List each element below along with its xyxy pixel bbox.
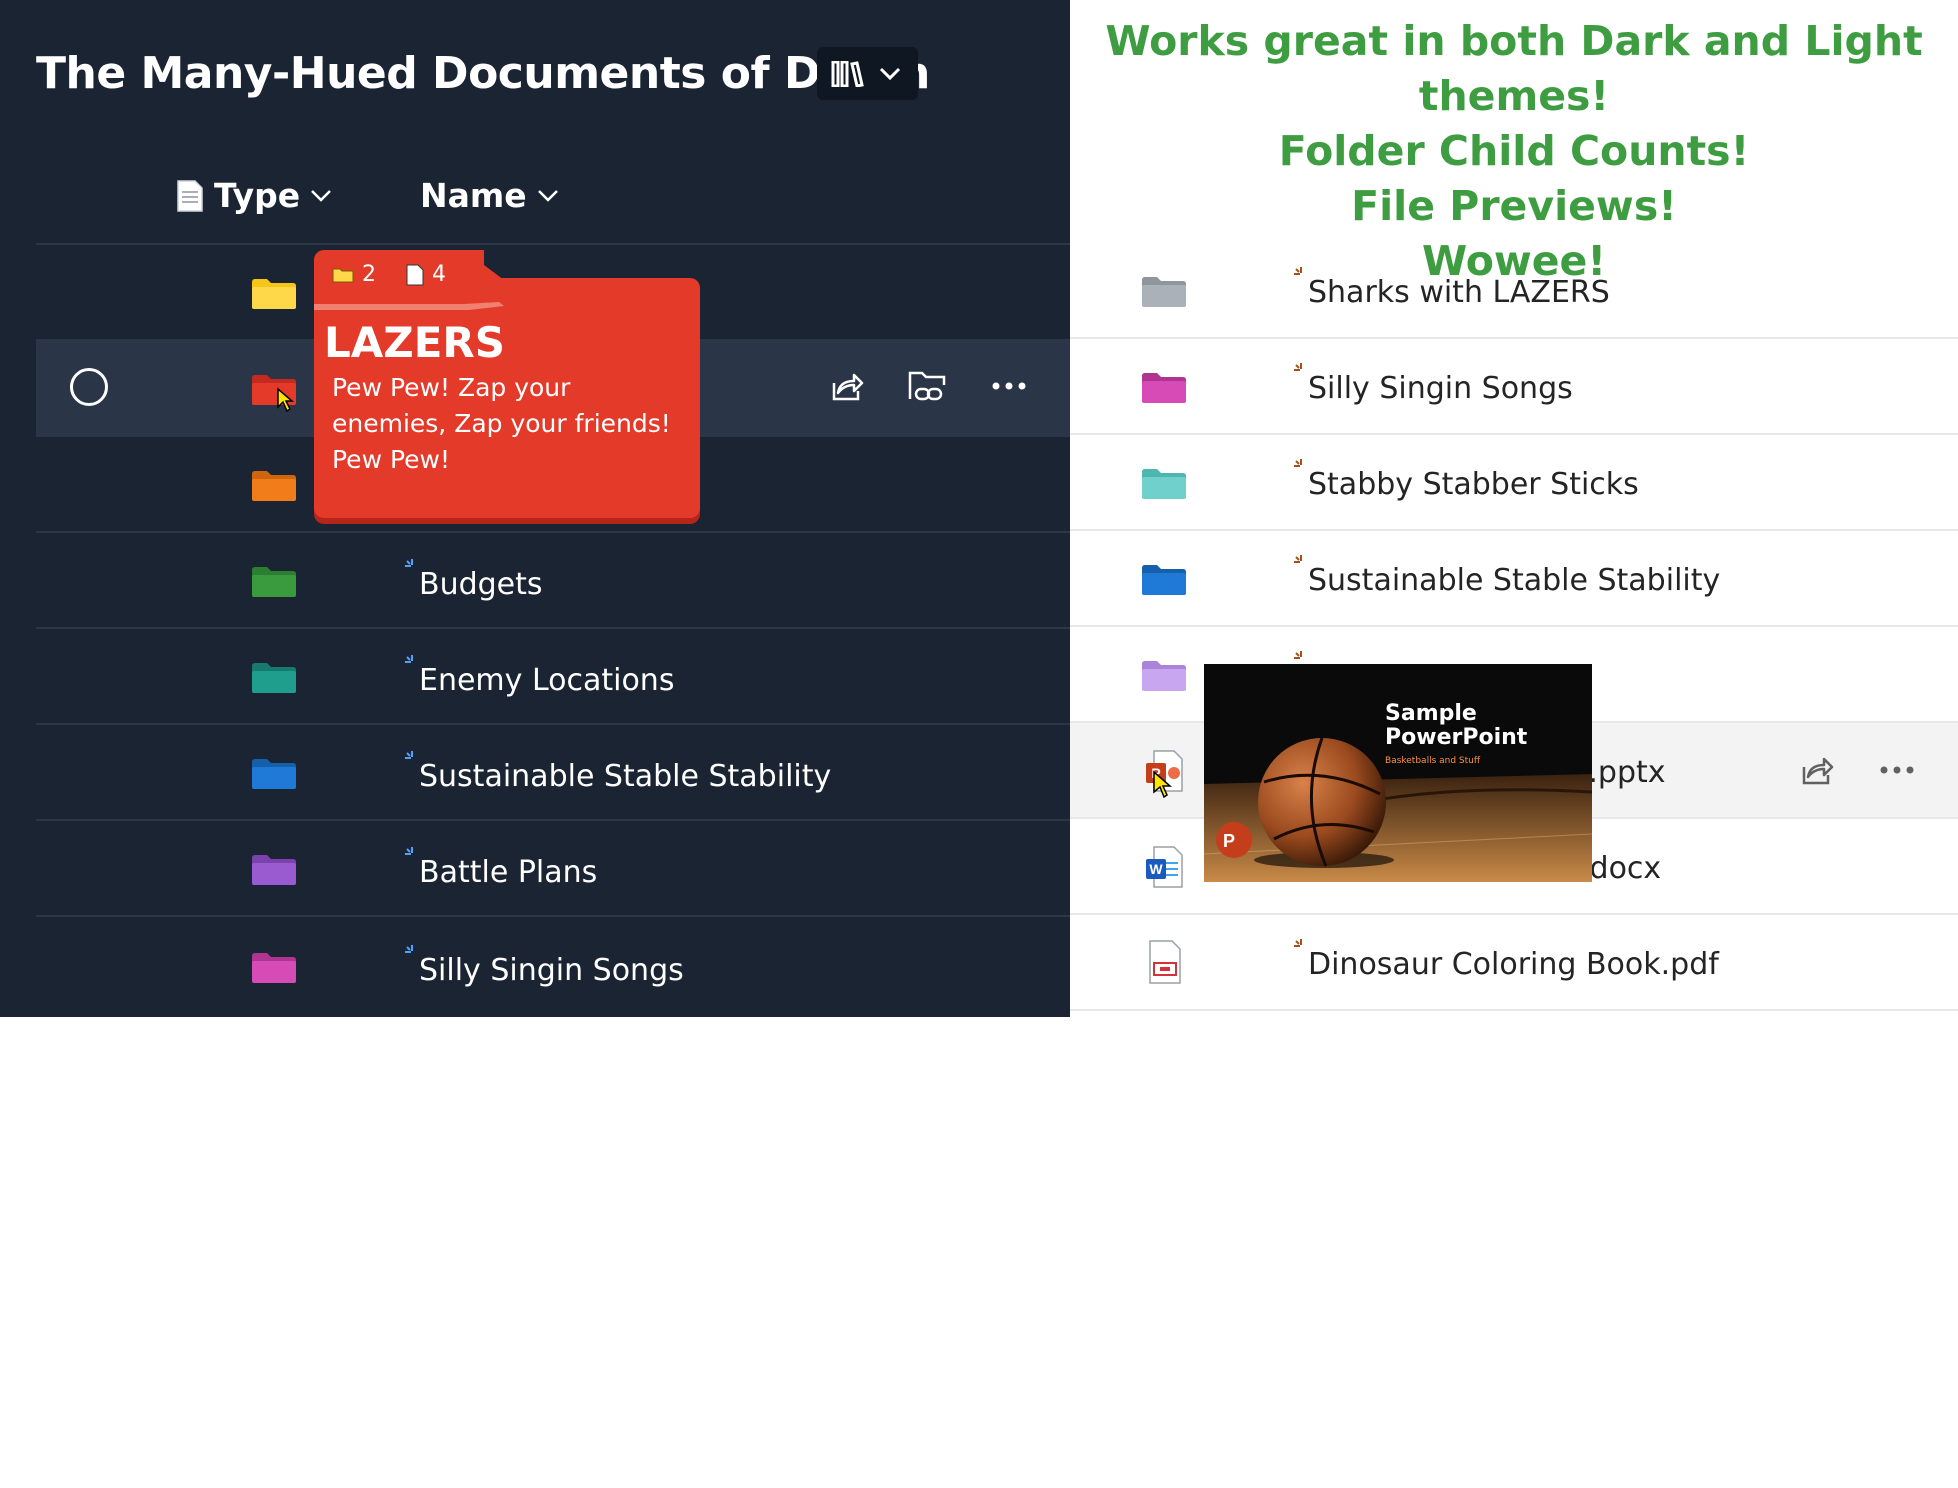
folder-count: 2: [332, 262, 376, 287]
folder-icon: [332, 268, 354, 282]
folder-icon: [1142, 469, 1186, 499]
list-row[interactable]: Enemy Locations: [36, 629, 1070, 725]
folder-icon: [252, 759, 296, 789]
row-name-text: Dinosaur Coloring Book.pdf: [1308, 947, 1719, 982]
column-header-name[interactable]: Name: [420, 176, 559, 215]
folder-icon: [1142, 277, 1186, 307]
row-name: Sustainable Stable Stability: [405, 751, 832, 794]
new-item-sparkle-icon: [405, 751, 413, 759]
new-item-sparkle-icon: [1294, 459, 1302, 467]
folder-icon: [1142, 373, 1186, 403]
document-icon: [406, 264, 424, 285]
row-name: Dinosaur Coloring Book.pdf: [1294, 939, 1719, 982]
new-item-sparkle-icon: [405, 945, 413, 953]
svg-text:W: W: [1149, 861, 1163, 877]
tooltip-stripe: [314, 302, 504, 310]
folder-icon: [252, 855, 296, 885]
row-name: Stabby Stabber Sticks: [1294, 459, 1639, 502]
column-header-type[interactable]: Type: [176, 176, 332, 215]
new-item-sparkle-icon: [1294, 267, 1302, 275]
chevron-down-icon: [311, 189, 331, 202]
chevron-down-icon: [879, 67, 901, 81]
tooltip-description: Pew Pew! Zap your enemies, Zap your frie…: [332, 373, 671, 474]
folder-icon: [252, 567, 296, 597]
list-row[interactable]: Sharks with LAZERS: [1070, 243, 1958, 339]
new-item-sparkle-icon: [405, 655, 413, 663]
list-row[interactable]: Sustainable Stable Stability: [1070, 531, 1958, 627]
file-count-value: 4: [432, 262, 446, 287]
page-title: The Many-Hued Documents of Death: [36, 48, 930, 99]
view-options-button[interactable]: [817, 47, 918, 100]
list-row[interactable]: Silly Singin Songs: [36, 917, 1070, 1013]
preview-title-line: Sample: [1385, 701, 1477, 726]
dark-theme-panel: The Many-Hued Documents of Death Type Na…: [0, 0, 1070, 1017]
row-name: Battle Plans: [405, 847, 598, 890]
list-row[interactable]: Stabby Stabber Sticks: [1070, 435, 1958, 531]
folder-icon: [252, 279, 296, 309]
row-name: f.pptx: [1580, 755, 1666, 790]
new-item-sparkle-icon: [1294, 363, 1302, 371]
row-name-text: Stabby Stabber Sticks: [1308, 467, 1639, 502]
row-name: Sharks with LAZERS: [1294, 267, 1610, 310]
share-icon[interactable]: [828, 369, 864, 405]
chevron-down-icon: [537, 189, 558, 202]
row-name-text: Silly Singin Songs: [419, 953, 684, 988]
folder-icon: [252, 953, 296, 983]
preview-title: Sample PowerPoint: [1385, 702, 1527, 750]
word-file-icon: W: [1146, 846, 1183, 888]
row-name-text: Sustainable Stable Stability: [419, 759, 832, 794]
row-name-text: Budgets: [419, 567, 543, 602]
folder-count-value: 2: [362, 262, 376, 287]
copy-link-icon[interactable]: [908, 369, 948, 405]
list-row[interactable]: Battle Plans: [36, 821, 1070, 917]
promo-line: Works great in both Dark and Light theme…: [1105, 17, 1923, 120]
folder-tooltip: 2 4 LAZERS Pew Pew! Zap your enemies, Za…: [314, 250, 700, 522]
pdf-file-icon: [1149, 940, 1181, 984]
row-name-text: Silly Singin Songs: [1308, 371, 1573, 406]
row-name: Silly Singin Songs: [1294, 363, 1573, 406]
tooltip-tab-edge: [464, 250, 504, 280]
mouse-cursor-icon: [1153, 770, 1172, 799]
row-name: Enemy Locations: [405, 655, 675, 698]
new-item-sparkle-icon: [1294, 555, 1302, 563]
row-name-text: Sustainable Stable Stability: [1308, 563, 1721, 598]
select-row-radio[interactable]: [70, 368, 108, 406]
file-preview-popup: P Sample PowerPoint Basketballs and Stuf…: [1204, 664, 1592, 882]
folder-icon: [1142, 661, 1186, 691]
document-icon: [177, 179, 203, 212]
presentation-thumbnail: P: [1204, 664, 1592, 882]
mouse-cursor-icon: [277, 387, 294, 413]
list-row[interactable]: Sustainable Stable Stability: [36, 725, 1070, 821]
row-name: Silly Singin Songs: [405, 945, 684, 988]
new-item-sparkle-icon: [1294, 939, 1302, 947]
row-name: .docx: [1580, 851, 1662, 886]
row-name: Budgets: [405, 559, 543, 602]
promo-line: Folder Child Counts!: [1278, 127, 1750, 175]
list-row[interactable]: Silly Singin Songs: [1070, 339, 1958, 435]
svg-text:P: P: [1223, 831, 1235, 851]
row-name-text: Sharks with LAZERS: [1308, 275, 1610, 310]
more-options-icon[interactable]: [1880, 765, 1914, 775]
child-counts: 2 4: [332, 262, 446, 287]
list-row[interactable]: Budgets: [36, 533, 1070, 629]
row-name-text: Enemy Locations: [419, 663, 675, 698]
preview-title-line: PowerPoint: [1385, 725, 1528, 750]
share-icon[interactable]: [1798, 753, 1834, 789]
column-header-name-label: Name: [420, 176, 527, 215]
folder-icon: [252, 471, 296, 501]
library-icon: [831, 61, 864, 87]
folder-icon: [252, 663, 296, 693]
row-name-text: Battle Plans: [419, 855, 598, 890]
file-count: 4: [406, 262, 446, 287]
list-row[interactable]: Dinosaur Coloring Book.pdf: [1070, 915, 1958, 1011]
tooltip-title: LAZERS: [324, 318, 506, 367]
folder-icon: [1142, 565, 1186, 595]
row-name: Sustainable Stable Stability: [1294, 555, 1721, 598]
promo-line: File Previews!: [1351, 182, 1677, 230]
preview-subtitle: Basketballs and Stuff: [1385, 756, 1481, 766]
new-item-sparkle-icon: [405, 847, 413, 855]
more-options-icon[interactable]: [992, 381, 1026, 391]
new-item-sparkle-icon: [405, 559, 413, 567]
column-header-type-label: Type: [214, 176, 301, 215]
